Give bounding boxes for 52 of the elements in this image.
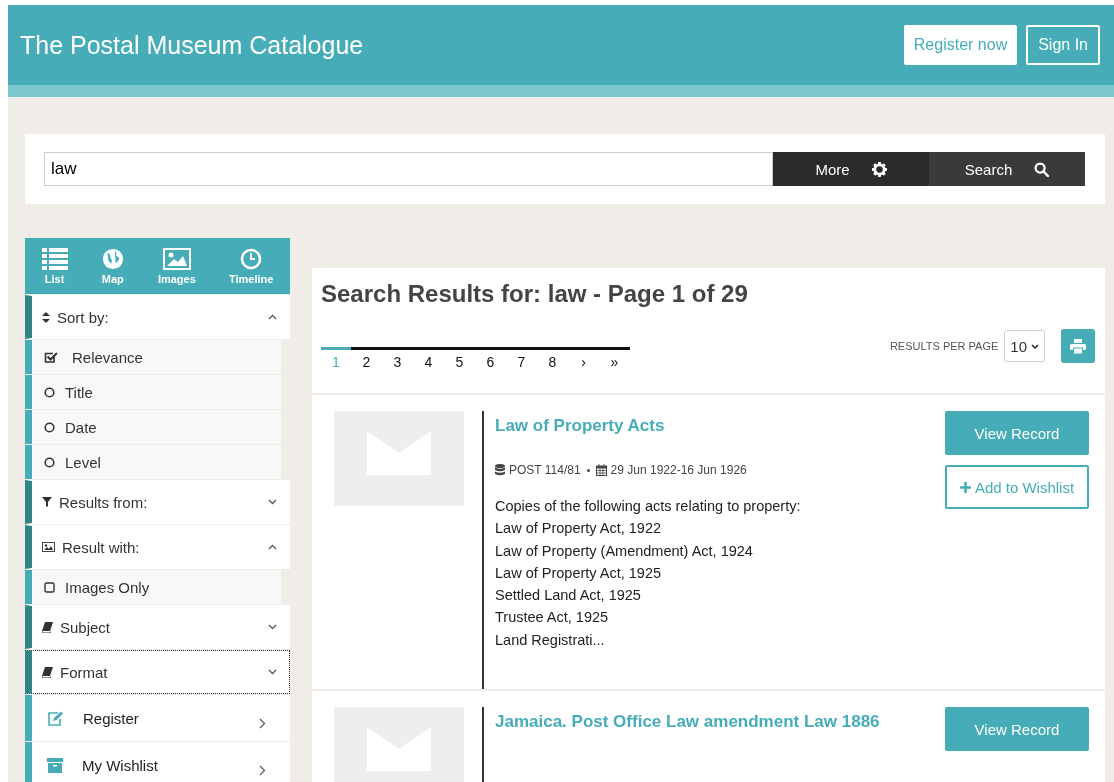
sort-icon xyxy=(42,311,50,323)
plus-icon xyxy=(959,481,971,493)
result-description: Copies of the following acts relating to property: Law of Property Act, 1922 Law of Property (Amendment) Act, 1924 Law of Property Act, 1925 Settled Land Act, 1925 Trustee Act, 1925 Land Registrati... xyxy=(495,497,802,650)
search-bar-button[interactable]: More xyxy=(773,152,929,186)
page-link[interactable]: 4 xyxy=(413,347,444,370)
search-bar-button[interactable]: Search xyxy=(929,152,1085,186)
sidebar-link[interactable]: My Wishlist xyxy=(25,742,290,782)
filter-section-header[interactable]: Sort by: xyxy=(25,295,290,339)
page-link[interactable]: 5 xyxy=(444,347,475,370)
edit-icon xyxy=(47,710,64,726)
sidebar-link[interactable]: Register xyxy=(25,695,290,741)
calendar-icon xyxy=(595,464,607,476)
search-icon xyxy=(1034,161,1050,177)
reference-code: POST 114/81 xyxy=(509,463,581,477)
print-button[interactable] xyxy=(1061,329,1095,363)
filter-section-header[interactable]: Results from: xyxy=(25,480,290,524)
image-icon xyxy=(42,542,55,552)
search-field[interactable]: law xyxy=(44,152,773,186)
sort-option[interactable]: Relevance xyxy=(25,340,281,374)
page-link[interactable]: 7 xyxy=(506,347,537,370)
page-link[interactable]: 3 xyxy=(382,347,413,370)
chevron-right-icon xyxy=(259,717,266,729)
database-icon xyxy=(495,464,505,476)
archive-box-icon xyxy=(47,757,63,773)
caret-icon xyxy=(1031,343,1039,349)
globe-icon xyxy=(100,247,125,270)
page-link[interactable]: › xyxy=(568,347,599,370)
results-heading: Search Results for: law - Page 1 of 29 xyxy=(321,280,749,308)
filter-icon xyxy=(42,497,52,507)
sort-option[interactable]: Date xyxy=(25,410,281,444)
list-icon xyxy=(41,247,68,270)
print-icon xyxy=(1070,338,1086,354)
filter-section-header[interactable]: Format xyxy=(25,650,290,694)
book-icon xyxy=(42,666,53,678)
results-per-page-select[interactable]: 10 xyxy=(1004,330,1045,362)
sort-option[interactable]: Title xyxy=(25,375,281,409)
page-link[interactable]: » xyxy=(599,347,630,370)
image-icon xyxy=(162,247,191,270)
clock-icon xyxy=(240,247,263,270)
filter-section-header[interactable]: Result with: xyxy=(25,525,290,569)
page-link[interactable]: 2 xyxy=(351,347,382,370)
page-link[interactable]: 8 xyxy=(537,347,568,370)
book-icon xyxy=(42,621,53,633)
page-link[interactable]: 6 xyxy=(475,347,506,370)
site-title: The Postal Museum Catalogue xyxy=(20,30,364,60)
chevron-right-icon xyxy=(259,764,266,776)
results-per-page-label: RESULTS PER PAGE xyxy=(889,340,999,352)
checkbox-option[interactable]: Images Only xyxy=(25,570,281,604)
settings-icon xyxy=(871,161,887,177)
filter-section-header[interactable]: Subject xyxy=(25,605,290,649)
date-range: 29 Jun 1922-16 Jun 1926 xyxy=(610,463,747,477)
sort-option[interactable]: Level xyxy=(25,445,281,479)
